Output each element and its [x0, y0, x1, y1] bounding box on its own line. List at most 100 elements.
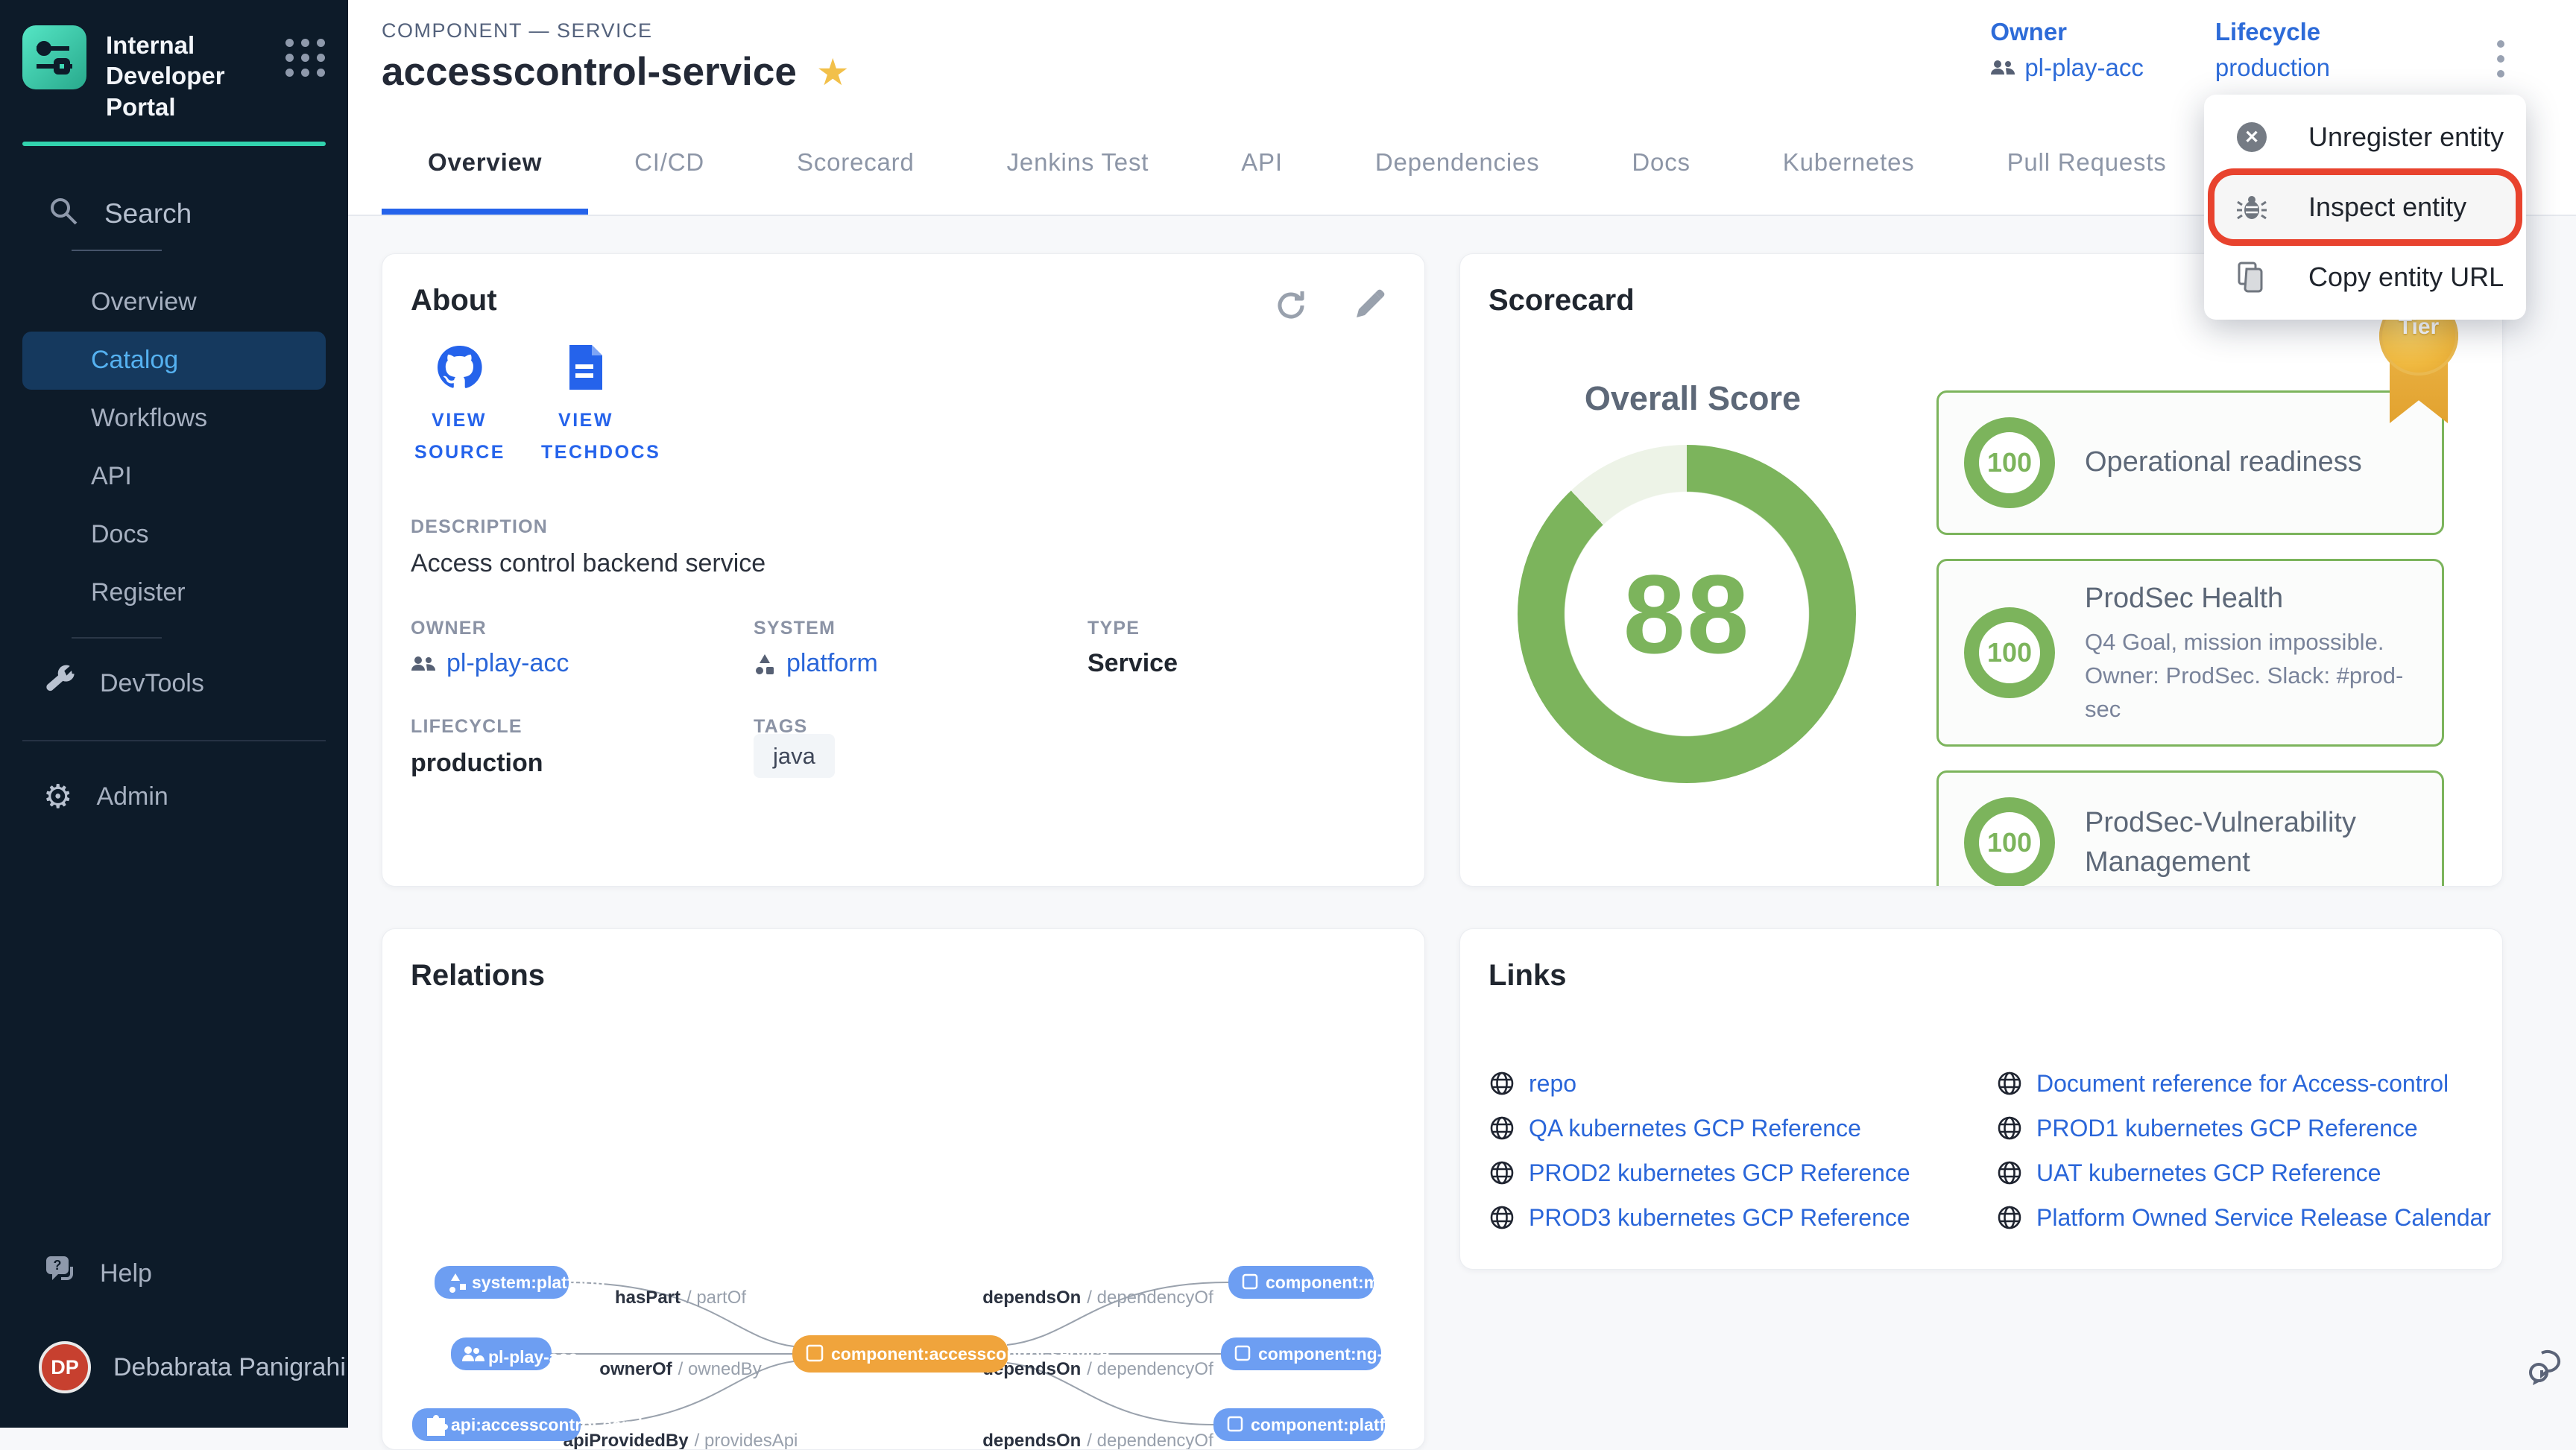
score-check-prodsec-health[interactable]: 100 ProdSec Health Q4 Goal, mission impo… [1936, 559, 2444, 747]
entity-kind-breadcrumb: COMPONENT — SERVICE [382, 19, 653, 42]
tab-dependencies[interactable]: Dependencies [1329, 110, 1586, 215]
relations-card: Relations hasPart/ partOf dependsOn/ dep… [382, 928, 1425, 1450]
check-description: Q4 Goal, mission impossible. Owner: Prod… [2085, 626, 2428, 726]
sidebar-accent-rule [22, 142, 326, 146]
score-badge: 100 [1964, 797, 2055, 887]
link-release-calendar[interactable]: Platform Owned Service Release Calendar [1996, 1203, 2491, 1232]
graph-node-pl-play-acc[interactable]: pl-play-acc [451, 1337, 578, 1370]
github-icon [435, 343, 483, 391]
graph-node-system-platform[interactable]: system:platform [435, 1266, 605, 1299]
sidebar-item-catalog[interactable]: Catalog [22, 332, 326, 390]
owner-label: Owner [1990, 18, 2144, 46]
menu-item-label: Inspect entity [2308, 191, 2466, 223]
system-icon [754, 653, 776, 675]
sidebar-search[interactable]: Search [48, 195, 348, 233]
sidebar-item-help[interactable]: ? Help [0, 1241, 348, 1305]
lifecycle-field-value: production [411, 749, 543, 778]
menu-item-inspect-entity[interactable]: Inspect entity [2214, 175, 2516, 239]
people-icon [411, 654, 436, 674]
sidebar-item-api[interactable]: API [0, 448, 348, 506]
score-check-operational-readiness[interactable]: 100 Operational readiness [1936, 390, 2444, 535]
svg-text:component:ng-manager: component:ng-manager [1258, 1344, 1425, 1364]
svg-text:component:manager: component:manager [1266, 1273, 1425, 1292]
graph-node-component-manager[interactable]: component:manager [1228, 1266, 1425, 1299]
app-logo-icon [22, 25, 86, 89]
link-prod2-kubernetes[interactable]: PROD2 kubernetes GCP Reference [1489, 1159, 1996, 1187]
sidebar-item-admin[interactable]: ⚙ Admin [0, 767, 348, 828]
link-prod1-kubernetes[interactable]: PROD1 kubernetes GCP Reference [1996, 1114, 2491, 1142]
sidebar-nav: Overview Catalog Workflows API Docs Regi… [0, 273, 348, 828]
view-source-link[interactable]: VIEW SOURCE [396, 343, 523, 468]
edit-pencil-icon[interactable] [1351, 287, 1387, 323]
score-check-vulnerability-management[interactable]: 100 ProdSec-Vulnerability Management [1936, 770, 2444, 887]
favorite-star-icon[interactable]: ★ [816, 54, 850, 91]
tab-scorecard[interactable]: Scorecard [751, 110, 961, 215]
edge-label-dependson-1: dependsOn/ dependencyOf [982, 1288, 1213, 1308]
globe-icon [1996, 1204, 2023, 1231]
scorecard-title: Scorecard [1489, 284, 1635, 317]
tag-chip-java[interactable]: java [754, 734, 835, 778]
tab-overview[interactable]: Overview [382, 110, 588, 215]
score-badge: 100 [1964, 417, 2055, 508]
edge-label-dependson-3: dependsOn/ dependencyOf [982, 1431, 1213, 1450]
sidebar-item-devtools[interactable]: DevTools [0, 653, 348, 715]
apps-grid-icon[interactable] [285, 25, 326, 77]
sidebar-item-register[interactable]: Register [0, 564, 348, 622]
tab-cicd[interactable]: CI/CD [588, 110, 751, 215]
tab-api[interactable]: API [1195, 110, 1329, 215]
link-prod3-kubernetes[interactable]: PROD3 kubernetes GCP Reference [1489, 1203, 1996, 1232]
lifecycle-block: Lifecycle production [2215, 18, 2330, 82]
globe-icon [1489, 1070, 1515, 1097]
score-checks-list: 100 Operational readiness 100 ProdSec He… [1936, 390, 2444, 887]
tab-pull-requests[interactable]: Pull Requests [1961, 110, 2213, 215]
description-value: Access control backend service [411, 549, 765, 578]
entity-more-menu-button[interactable] [2490, 33, 2512, 85]
links-column-1: repo QA kubernetes GCP Reference PROD2 k… [1489, 1069, 1996, 1232]
link-document-reference[interactable]: Document reference for Access-control [1996, 1069, 2491, 1098]
link-qa-kubernetes[interactable]: QA kubernetes GCP Reference [1489, 1114, 1996, 1142]
tab-kubernetes[interactable]: Kubernetes [1737, 110, 1961, 215]
sidebar-header: Internal Developer Portal [0, 0, 348, 122]
check-title: Operational readiness [2085, 443, 2362, 482]
overall-score-label: Overall Score [1544, 379, 1842, 418]
link-uat-kubernetes[interactable]: UAT kubernetes GCP Reference [1996, 1159, 2491, 1187]
wrench-icon [43, 664, 76, 703]
menu-item-copy-entity-url[interactable]: Copy entity URL [2204, 245, 2526, 309]
view-techdocs-label: VIEW TECHDOCS [541, 405, 631, 468]
sidebar-item-label: DevTools [100, 669, 204, 698]
refresh-icon[interactable] [1272, 287, 1308, 323]
inspect-entity-highlight-ring: Inspect entity [2214, 175, 2516, 239]
check-title: ProdSec Health [2085, 579, 2428, 618]
sidebar-item-workflows[interactable]: Workflows [0, 390, 348, 448]
menu-item-unregister-entity[interactable]: ✕ Unregister entity [2204, 105, 2526, 169]
view-techdocs-link[interactable]: VIEW TECHDOCS [523, 343, 649, 468]
relations-graph[interactable]: hasPart/ partOf dependsOn/ dependencyOf … [382, 1227, 1425, 1450]
help-chat-icon: ? [43, 1253, 78, 1294]
bug-icon [2235, 191, 2268, 223]
owner-link[interactable]: pl-play-acc [1990, 54, 2144, 82]
entity-context-menu: ✕ Unregister entity Inspect entity [2204, 95, 2526, 320]
chat-widget-button[interactable] [2527, 1347, 2569, 1393]
globe-icon [1489, 1204, 1515, 1231]
system-field-link[interactable]: platform [754, 649, 878, 678]
overview-content: About VIEW SOURCE [348, 216, 2576, 1428]
globe-icon [1996, 1070, 2023, 1097]
circle-x-icon: ✕ [2235, 122, 2268, 152]
relations-title: Relations [411, 959, 545, 992]
svg-text:?: ? [54, 1258, 62, 1273]
description-label: DESCRIPTION [411, 516, 548, 538]
graph-node-component-platform-service[interactable]: component:platform-service [1213, 1408, 1425, 1441]
tab-jenkins-test[interactable]: Jenkins Test [961, 110, 1196, 215]
owner-field-link[interactable]: pl-play-acc [411, 649, 569, 678]
user-menu[interactable]: DP Debabrata Panigrahi [0, 1326, 348, 1408]
type-field-value: Service [1087, 649, 1178, 678]
link-repo[interactable]: repo [1489, 1069, 1996, 1098]
sidebar-item-docs[interactable]: Docs [0, 506, 348, 564]
sidebar-item-overview[interactable]: Overview [0, 273, 348, 332]
owner-block: Owner pl-play-acc [1990, 18, 2144, 82]
sidebar-divider [22, 740, 326, 741]
sidebar-footer: ? Help DP Debabrata Panigrahi [0, 1241, 348, 1408]
sidebar: Internal Developer Portal Search Overvie… [0, 0, 348, 1428]
tab-docs[interactable]: Docs [1585, 110, 1736, 215]
graph-node-component-ng-manager[interactable]: component:ng-manager [1221, 1337, 1425, 1370]
